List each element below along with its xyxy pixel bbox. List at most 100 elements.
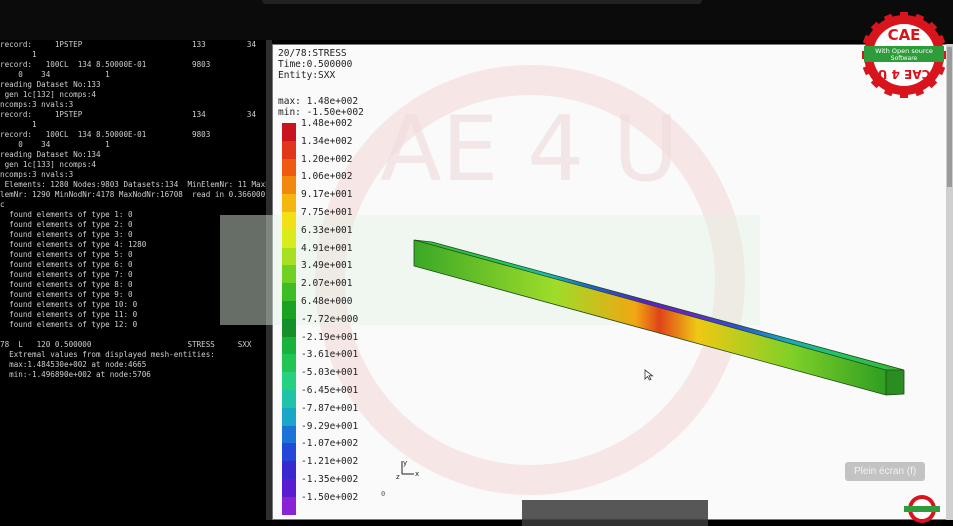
legend-label: 1.34e+002	[301, 135, 353, 147]
legend-swatch	[282, 140, 296, 159]
legend-label: -1.07e+002	[301, 438, 359, 450]
terminal-line: record: 100CL 134 8.50000E-01 9803	[0, 130, 211, 139]
terminal-line: ncomps:3 nvals:3	[0, 170, 74, 179]
legend-label: 6.48e+000	[301, 296, 353, 307]
legend-label: -5.03e+001	[301, 367, 359, 379]
terminal-line: found elements of type 9: 0	[0, 290, 133, 299]
terminal-line: Elements: 1280 Nodes:9803 Datasets:134 M…	[0, 180, 268, 189]
viewport-corner-mark: 0	[381, 490, 386, 498]
logo-top-text: CAE	[888, 26, 921, 44]
top-notch	[262, 0, 702, 4]
terminal-line: found elements of type 12: 0	[0, 320, 138, 329]
video-progress-bar[interactable]	[522, 500, 708, 526]
legend-swatch	[282, 461, 296, 479]
terminal-line: found elements of type 6: 0	[0, 260, 133, 269]
terminal-output: record: 1PSTEP 133 34 1 record: 100CL 134…	[0, 40, 268, 520]
legend-swatch	[282, 336, 296, 355]
cae4u-small-logo-icon	[904, 495, 940, 523]
legend-label: 2.07e+001	[301, 278, 353, 290]
terminal-line: min:-1.496890e+002 at node:5706	[0, 370, 151, 379]
viewport-scrollbar-thumb[interactable]	[947, 47, 952, 187]
terminal-line: gen 1c[132] ncomps:4	[0, 90, 97, 99]
terminal-line: c	[0, 200, 5, 209]
terminal-line: found elements of type 11: 0	[0, 310, 138, 319]
viewport-scrollbar[interactable]	[946, 44, 953, 520]
value-range: max: 1.48e+002 min: -1.50e+002	[278, 96, 364, 118]
beam-top-face	[414, 240, 904, 370]
terminal-line: 0 34 1	[0, 70, 110, 79]
legend-label: -1.21e+002	[301, 456, 359, 468]
legend-swatch	[282, 479, 296, 497]
terminal-line: Extremal values from displayed mesh-enti…	[0, 350, 215, 359]
terminal-line: found elements of type 2: 0	[0, 220, 133, 229]
video-top-bar	[0, 0, 953, 40]
terminal-line: found elements of type 4: 1280	[0, 240, 147, 249]
terminal-line: 78 L 120 0.500000 STRESS SXX	[0, 340, 252, 349]
legend-label: 4.91e+001	[301, 242, 353, 254]
terminal-line: reading Dataset No:133	[0, 80, 101, 89]
terminal-line: record: 100CL 134 8.50000E-01 9803	[0, 60, 211, 69]
fullscreen-tooltip: Plein écran (f)	[845, 462, 926, 481]
terminal-line: max:1.484530e+002 at node:4665	[0, 360, 147, 369]
legend-swatch	[282, 318, 296, 337]
legend-label: -2.19e+001	[301, 331, 359, 343]
beam-end-face	[886, 370, 904, 395]
legend-swatch	[282, 425, 296, 444]
legend-label: 3.49e+001	[301, 260, 353, 272]
legend-swatch	[282, 496, 296, 515]
legend-swatch	[282, 158, 296, 177]
terminal-line: 0 34 1	[0, 140, 110, 149]
terminal-line: reading Dataset No:134	[0, 150, 101, 159]
mouse-cursor	[644, 366, 654, 385]
legend-label: -6.45e+001	[301, 385, 359, 396]
legend-swatch	[282, 407, 296, 426]
legend-swatch	[282, 354, 296, 373]
terminal-line: found elements of type 5: 0	[0, 250, 133, 259]
legend-swatch	[282, 301, 296, 319]
terminal-line: 1	[0, 50, 37, 59]
legend-label: -1.50e+002	[301, 491, 359, 503]
entity-label: Entity:SXX	[278, 70, 336, 81]
svg-text:x: x	[415, 470, 419, 478]
logo-banner-line1: With Open source	[875, 47, 933, 55]
terminal-line: found elements of type 1: 0	[0, 210, 133, 219]
terminal-line: record: 1PSTEP 134 34	[0, 110, 257, 119]
legend-label: 7.75e+001	[301, 207, 353, 218]
legend-swatch	[282, 212, 296, 230]
min-value: min: -1.50e+002	[278, 107, 364, 118]
legend-label: -7.72e+000	[301, 313, 359, 325]
legend-label: -7.87e+001	[301, 402, 359, 414]
legend-swatch	[282, 372, 296, 390]
axis-triad: z x y	[396, 458, 422, 484]
logo-banner-line2: Software	[891, 55, 918, 62]
legend-swatch	[282, 229, 296, 248]
terminal-line: gen 1c[133] ncomps:4	[0, 160, 97, 169]
legend-label: -9.29e+001	[301, 420, 359, 432]
legend-label: 1.48e+002	[301, 118, 353, 129]
terminal-line: found elements of type 10: 0	[0, 300, 138, 309]
legend-label: 1.20e+002	[301, 153, 353, 165]
terminal-line: lemNr: 1290 MinNodNr:4178 MaxNodNr:16708…	[0, 190, 268, 199]
logo-bottom-text: CAE 4 U	[878, 67, 931, 81]
terminal-line: found elements of type 3: 0	[0, 230, 133, 239]
legend-swatch	[282, 283, 296, 301]
legend-swatch	[282, 247, 296, 266]
terminal-line: 1	[0, 120, 37, 129]
legend-label: 1.06e+002	[301, 171, 353, 183]
terminal-line: found elements of type 7: 0	[0, 270, 133, 279]
terminal-line: found elements of type 8: 0	[0, 280, 133, 289]
legend-swatch	[282, 390, 296, 408]
svg-text:y: y	[403, 459, 407, 467]
svg-text:z: z	[396, 473, 400, 480]
legend-label: 6.33e+001	[301, 224, 353, 236]
terminal-line: ncomps:3 nvals:3	[0, 100, 74, 109]
cae4u-logo: CAE With Open source Software CAE 4 U	[862, 12, 946, 98]
terminal-line: record: 1PSTEP 133 34	[0, 40, 257, 49]
legend-swatch	[282, 443, 296, 462]
legend-swatch	[282, 265, 296, 284]
result-header: 20/78:STRESS Time:0.500000 Entity:SXX	[278, 48, 352, 81]
max-value: max: 1.48e+002	[278, 96, 359, 107]
legend-swatch	[282, 194, 296, 212]
legend-swatch	[282, 123, 296, 141]
